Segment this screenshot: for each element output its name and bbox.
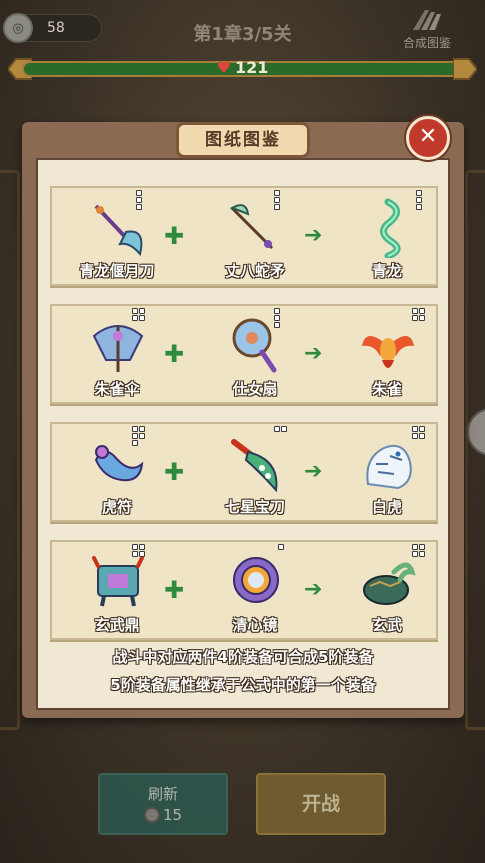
synthesis-note-line-2: 5阶装备属性继承于公式中的第一个装备 (110, 676, 376, 694)
tier-badge (132, 308, 145, 321)
side-ornament-left (0, 170, 20, 730)
start-battle-button[interactable]: 开战 (256, 773, 386, 835)
hp-value: 121 (234, 58, 269, 77)
item-name: 虎符 (101, 498, 132, 516)
refresh-label: 刷新 (147, 785, 178, 803)
refresh-cost: 15 (100, 806, 226, 824)
item-name: 朱雀伞 (94, 380, 140, 398)
recipe-2-ingredient-b[interactable]: 仕女扇 (200, 314, 310, 402)
tier-badge (278, 544, 284, 550)
cauldron-icon (92, 556, 144, 607)
tier-badge (132, 426, 145, 446)
item-name: 清心镜 (232, 616, 278, 634)
codex-label: 合成图鉴 (402, 36, 451, 50)
item-name: 玄武鼎 (94, 616, 140, 634)
white-tiger-icon (366, 444, 412, 490)
item-name: 青龙偃月刀 (79, 262, 155, 280)
item-name: 仕女扇 (232, 380, 278, 398)
recipe-2-result[interactable]: 朱雀 (332, 314, 442, 402)
seven-star-sabre-icon (231, 439, 278, 493)
dialog-title: 图纸图鉴 (176, 122, 310, 158)
item-name: 玄武 (371, 616, 402, 634)
item-name: 七星宝刀 (224, 498, 285, 516)
tier-badge (274, 308, 280, 328)
close-icon: ✕ (418, 124, 438, 149)
tier-badge (136, 190, 142, 210)
recipe-row-1: 青龙偃月刀 ✚ 丈八蛇矛 ➔ 青龙 (50, 186, 438, 286)
item-name: 白虎 (371, 498, 402, 516)
umbrella-icon (92, 325, 144, 372)
recipe-row-4: 玄武鼎 ✚ 清心镜 ➔ 玄武 (50, 540, 438, 640)
plus-icon: ✚ (164, 458, 185, 486)
plus-icon: ✚ (164, 222, 185, 250)
arrow-right-icon: ➔ (304, 223, 323, 248)
item-name: 丈八蛇矛 (224, 262, 285, 280)
refresh-cost-value: 15 (162, 806, 183, 824)
arrow-right-icon: ➔ (304, 577, 323, 602)
recipe-3-result[interactable]: 白虎 (332, 432, 442, 520)
recipe-4-ingredient-a[interactable]: 玄武鼎 (62, 550, 172, 638)
hp-readout: ♥ 121 (8, 58, 477, 77)
coin-icon (143, 807, 160, 823)
tier-badge (274, 426, 287, 432)
arrow-right-icon: ➔ (304, 459, 323, 484)
synthesis-note-line-1: 战斗中对应两件4阶装备可合成5阶装备 (112, 648, 374, 666)
recipe-1-ingredient-a[interactable]: 青龙偃月刀 (62, 196, 172, 284)
book-icon (409, 6, 445, 34)
close-button[interactable]: ✕ (406, 116, 450, 160)
plus-icon: ✚ (164, 340, 185, 368)
tier-badge (412, 544, 425, 557)
hp-bar: ♥ 121 (8, 57, 477, 81)
mirror-icon (233, 557, 279, 603)
recipe-3-ingredient-b[interactable]: 七星宝刀 (200, 432, 310, 520)
recipe-4-result[interactable]: 玄武 (332, 550, 442, 638)
azure-dragon-icon (380, 198, 401, 258)
recipe-3-ingredient-a[interactable]: 虎符 (62, 432, 172, 520)
arrow-right-icon: ➔ (304, 341, 323, 366)
item-name: 青龙 (371, 262, 402, 280)
recipe-4-ingredient-b[interactable]: 清心镜 (200, 550, 310, 638)
recipe-row-3: 虎符 ✚ 七星宝刀 ➔ 白虎 (50, 422, 438, 522)
heart-icon: ♥ (216, 58, 231, 77)
plus-icon: ✚ (164, 576, 185, 604)
tier-badge (416, 190, 422, 210)
black-tortoise-icon (363, 562, 416, 605)
item-name: 朱雀 (371, 380, 402, 398)
tier-badge (274, 190, 280, 210)
recipe-row-2: 朱雀伞 ✚ 仕女扇 ➔ 朱雀 (50, 304, 438, 404)
tier-badge (412, 308, 425, 321)
blueprint-codex-dialog: 图纸图鉴 ✕ 青龙偃月刀 ✚ 丈八蛇矛 ➔ 青龙 朱雀伞 ✚ 仕女扇 ➔ 朱雀 … (22, 116, 464, 718)
recipe-1-ingredient-b[interactable]: 丈八蛇矛 (200, 196, 310, 284)
recipe-1-result[interactable]: 青龙 (332, 196, 442, 284)
codex-button[interactable]: 合成图鉴 (387, 4, 467, 56)
tier-badge (132, 544, 145, 557)
recipe-2-ingredient-a[interactable]: 朱雀伞 (62, 314, 172, 402)
vermilion-bird-icon (362, 336, 414, 368)
refresh-button[interactable]: 刷新 15 (98, 773, 228, 835)
tier-badge (412, 426, 425, 439)
